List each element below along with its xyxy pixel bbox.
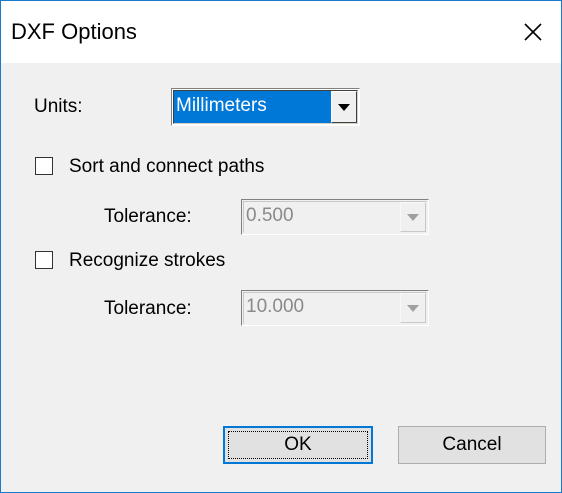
dxf-options-dialog: DXF Options Units: Millimeters Sort and …: [0, 0, 562, 493]
sort-tolerance-dropdown[interactable]: 0.500: [241, 199, 429, 235]
cancel-button-label: Cancel: [442, 434, 502, 455]
sort-tolerance-dropdown-button[interactable]: [400, 202, 426, 232]
strokes-tolerance-dropdown-button[interactable]: [400, 293, 426, 323]
chevron-down-icon: [407, 213, 419, 221]
units-dropdown[interactable]: Millimeters: [171, 88, 360, 126]
strokes-tolerance-value: 10.000: [246, 296, 305, 317]
chevron-down-icon: [338, 103, 350, 111]
close-icon: [524, 23, 542, 41]
title-bar[interactable]: DXF Options: [1, 1, 561, 63]
sort-tolerance-label: Tolerance:: [104, 206, 192, 227]
sort-paths-checkbox[interactable]: [35, 157, 53, 175]
window-title: DXF Options: [11, 19, 137, 44]
units-dropdown-button[interactable]: [331, 91, 357, 123]
recognize-strokes-label[interactable]: Recognize strokes: [69, 250, 225, 272]
cancel-button[interactable]: Cancel: [398, 426, 546, 464]
units-label: Units:: [34, 96, 83, 117]
strokes-tolerance-label: Tolerance:: [104, 298, 192, 319]
chevron-down-icon: [407, 304, 419, 312]
close-button[interactable]: [505, 1, 561, 63]
sort-tolerance-value: 0.500: [246, 205, 294, 226]
units-value: Millimeters: [174, 91, 331, 123]
recognize-strokes-checkbox[interactable]: [35, 251, 53, 269]
ok-button[interactable]: OK: [223, 426, 373, 464]
sort-paths-label[interactable]: Sort and connect paths: [69, 156, 264, 178]
strokes-tolerance-dropdown[interactable]: 10.000: [241, 290, 429, 326]
